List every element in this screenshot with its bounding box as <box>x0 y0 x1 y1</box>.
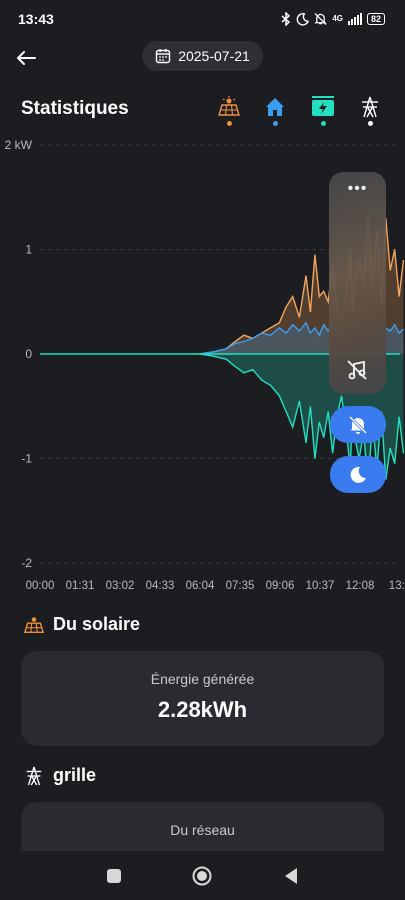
solar-section-header: Du solaire <box>24 614 140 635</box>
status-icons: 4G 82 <box>281 10 385 28</box>
battery-dot <box>320 121 326 126</box>
signal-icon <box>347 13 362 25</box>
moon-icon <box>350 466 366 483</box>
page-title: Statistiques <box>21 98 129 119</box>
y-tick-label: 2 kW <box>5 138 33 152</box>
solar-energy-card: Énergie générée 2.28kWh <box>21 651 384 746</box>
date-label: 2025-07-21 <box>178 48 250 64</box>
calendar-icon <box>155 49 171 64</box>
battery-charging-icon <box>312 96 334 116</box>
mute-notifications-button[interactable] <box>330 406 386 443</box>
recent-apps-button[interactable] <box>104 866 124 886</box>
x-tick-label: 07:35 <box>226 580 255 592</box>
floating-panel: ••• <box>329 172 386 394</box>
tab-battery[interactable] <box>308 96 338 130</box>
status-time: 13:43 <box>18 11 54 27</box>
network-type: 4G <box>332 14 343 23</box>
bell-off-icon <box>348 415 368 434</box>
status-bar: 13:43 4G 82 <box>0 0 405 38</box>
triangle-left-icon <box>285 868 297 884</box>
circle-icon <box>192 866 212 886</box>
date-picker[interactable]: 2025-07-21 <box>142 41 263 71</box>
x-tick-label: 04:33 <box>146 580 175 592</box>
generated-energy-label: Énergie générée <box>150 671 255 687</box>
x-tick-label: 03:02 <box>106 580 135 592</box>
square-icon <box>107 869 121 883</box>
battery-indicator: 82 <box>366 13 385 25</box>
power-tower-icon <box>362 96 378 118</box>
grid-dot <box>367 121 373 126</box>
moon-icon <box>296 12 310 26</box>
power-tower-icon <box>26 766 42 785</box>
tab-solar[interactable] <box>214 96 244 130</box>
solar-panel-icon <box>218 96 240 116</box>
back-button[interactable] <box>12 44 40 72</box>
solar-section-title: Du solaire <box>53 614 141 634</box>
y-tick-label: -1 <box>21 452 32 466</box>
grid-section-header: grille <box>24 765 96 786</box>
top-navigation: 2025-07-21 <box>0 38 405 76</box>
back-nav-button[interactable] <box>281 866 301 886</box>
arrow-left-icon <box>17 51 36 65</box>
tab-grid[interactable] <box>355 96 385 130</box>
solar-panel-icon <box>24 616 44 633</box>
y-tick-label: -2 <box>21 556 32 570</box>
music-off-icon[interactable] <box>345 358 369 382</box>
bell-off-icon <box>314 12 328 26</box>
more-button[interactable]: ••• <box>329 180 386 198</box>
from-grid-label: Du réseau <box>170 822 235 838</box>
x-tick-label: 00:00 <box>26 580 55 592</box>
x-tick-label: 13:3 <box>389 580 405 592</box>
bluetooth-icon <box>281 12 291 26</box>
x-tick-label: 01:31 <box>66 580 95 592</box>
tab-home[interactable] <box>260 96 290 130</box>
do-not-disturb-button[interactable] <box>330 456 386 493</box>
generated-energy-value: 2.28kWh <box>157 697 248 722</box>
solar-dot <box>226 121 232 126</box>
home-button[interactable] <box>192 866 212 886</box>
x-tick-label: 12:08 <box>346 580 375 592</box>
grid-section-title: grille <box>53 765 97 785</box>
x-tick-label: 10:37 <box>306 580 335 592</box>
home-dot <box>272 121 278 126</box>
system-navigation-bar <box>0 851 405 900</box>
x-tick-label: 09:06 <box>266 580 295 592</box>
x-tick-label: 06:04 <box>186 580 215 592</box>
home-icon <box>266 98 284 116</box>
y-tick-label: 1 <box>25 243 32 257</box>
source-filter-tabs <box>214 96 384 130</box>
y-tick-label: 0 <box>25 347 32 361</box>
